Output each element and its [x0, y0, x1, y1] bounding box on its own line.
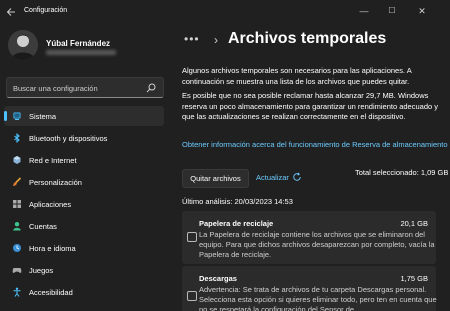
- active-indicator: [4, 111, 7, 121]
- sidebar-item-label: Sistema: [29, 112, 57, 121]
- network-icon: [13, 156, 21, 164]
- sidebar-item-sistema[interactable]: Sistema: [4, 106, 164, 126]
- window-title: Configuración: [24, 7, 68, 14]
- file-category-size: 20,1 GB: [400, 219, 428, 228]
- sidebar-item-label: Accesibilidad: [29, 288, 73, 297]
- file-category-size: 1,75 GB: [400, 274, 428, 283]
- brush-icon: [13, 177, 22, 186]
- maximize-button[interactable]: ☐: [384, 4, 400, 18]
- user-name: Yúbal Fernández: [46, 39, 111, 48]
- last-scan: Último análisis: 20/03/2023 14:53: [182, 197, 293, 206]
- sidebar-item-label: Red e Internet: [29, 156, 77, 165]
- user-profile[interactable]: Yúbal Fernández: [8, 27, 168, 71]
- sidebar-item-label: Hora e idioma: [29, 244, 76, 253]
- sidebar-item-personalizacion[interactable]: Personalización: [4, 172, 164, 192]
- sidebar-item-red[interactable]: Red e Internet: [4, 150, 164, 170]
- title-bar: Configuración — ☐ ✕: [0, 0, 450, 24]
- recycle-bin-checkbox[interactable]: [187, 232, 197, 242]
- storage-reserve-link[interactable]: Obtener información acerca del funcionam…: [182, 140, 448, 149]
- gamepad-icon: [12, 268, 22, 273]
- main-content: ••• › Archivos temporales Algunos archiv…: [172, 24, 450, 311]
- search-box[interactable]: Buscar una configuración: [6, 77, 164, 98]
- accessibility-icon: [13, 287, 21, 297]
- sidebar-item-label: Juegos: [29, 266, 54, 275]
- chevron-right-icon: ›: [214, 33, 218, 47]
- globe-clock-icon: [13, 244, 21, 252]
- file-category-description: La Papelera de reciclaje contiene los ar…: [199, 230, 435, 259]
- sidebar-item-cuentas[interactable]: Cuentas: [4, 216, 164, 236]
- search-icon: [146, 83, 156, 93]
- sidebar-item-hora-idioma[interactable]: Hora e idioma: [4, 238, 164, 258]
- sidebar-item-accesibilidad[interactable]: Accesibilidad: [4, 282, 164, 302]
- refresh-icon[interactable]: [292, 172, 302, 182]
- back-arrow-icon[interactable]: [6, 7, 16, 17]
- remove-files-button[interactable]: Quitar archivos: [182, 169, 249, 188]
- apps-icon: [13, 200, 21, 208]
- sidebar-item-label: Bluetooth y dispositivos: [29, 134, 108, 143]
- page-title: Archivos temporales: [228, 30, 387, 47]
- notice-text: Es posible que no sea posible reclamar h…: [182, 91, 438, 121]
- bluetooth-icon: [14, 133, 20, 143]
- file-category-title: Descargas: [199, 274, 237, 283]
- refresh-link[interactable]: Actualizar: [256, 173, 289, 182]
- account-icon: [13, 222, 21, 231]
- laptop-icon: [13, 112, 21, 120]
- sidebar-item-juegos[interactable]: Juegos: [4, 260, 164, 280]
- sidebar-item-label: Cuentas: [29, 222, 57, 231]
- sidebar-item-aplicaciones[interactable]: Aplicaciones: [4, 194, 164, 214]
- user-email-blurred: [46, 50, 116, 55]
- total-selected: Total seleccionado: 1,09 GB: [355, 168, 449, 177]
- avatar: [8, 30, 38, 60]
- file-category-recycle-bin[interactable]: Papelera de reciclaje 20,1 GB La Papeler…: [182, 211, 436, 264]
- sidebar-item-label: Aplicaciones: [29, 200, 72, 209]
- sidebar-item-bluetooth[interactable]: Bluetooth y dispositivos: [4, 128, 164, 148]
- search-input[interactable]: Buscar una configuración: [13, 84, 98, 93]
- breadcrumb-more-button[interactable]: •••: [184, 32, 200, 46]
- close-button[interactable]: ✕: [414, 4, 430, 18]
- file-category-title: Papelera de reciclaje: [199, 219, 274, 228]
- minimize-button[interactable]: —: [356, 4, 372, 18]
- file-category-downloads[interactable]: Descargas 1,75 GB Advertencia: Se trata …: [182, 266, 437, 311]
- intro-text: Algunos archivos temporales son necesari…: [182, 66, 412, 86]
- downloads-checkbox[interactable]: [187, 291, 197, 301]
- sidebar-item-label: Personalización: [29, 178, 82, 187]
- file-category-description: Advertencia: Se trata de archivos de tu …: [199, 285, 437, 311]
